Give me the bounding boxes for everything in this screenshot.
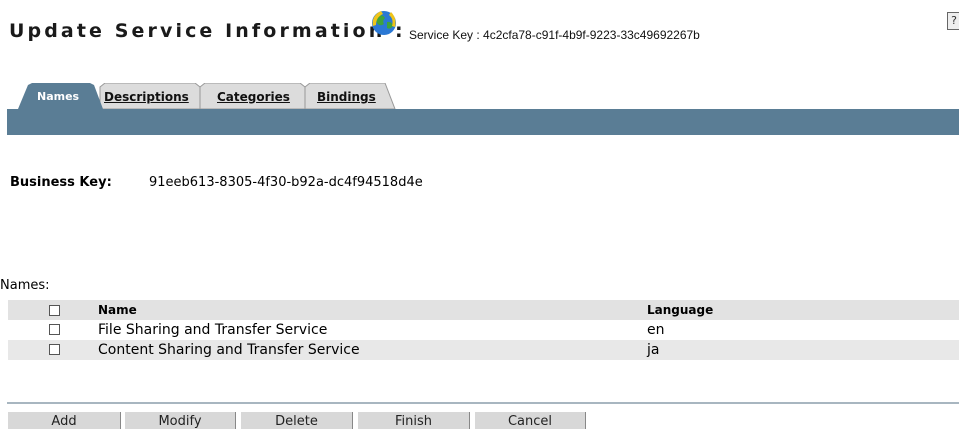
cancel-button[interactable]: Cancel [475,412,586,429]
tab-bindings[interactable]: Bindings [317,83,376,109]
finish-button[interactable]: Finish [358,412,470,429]
row-language: ja [647,342,660,358]
divider [7,402,959,404]
row-checkbox[interactable] [49,344,60,355]
table-row: Content Sharing and Transfer Service ja [8,340,959,360]
tab-bar: Names Descriptions Categories Bindings [0,83,959,109]
delete-button[interactable]: Delete [241,412,353,429]
row-checkbox[interactable] [49,324,60,335]
modify-button[interactable]: Modify [125,412,236,429]
column-header-name: Name [98,303,137,317]
business-key-row: Business Key: 91eeb613-8305-4f30-b92a-dc… [10,175,423,190]
table-row: File Sharing and Transfer Service en [8,320,959,340]
select-all-checkbox[interactable] [49,305,60,316]
add-button[interactable]: Add [8,412,121,429]
business-key-value: 91eeb613-8305-4f30-b92a-dc4f94518d4e [149,175,423,190]
service-key-label: Service Key : 4c2cfa78-c91f-4b9f-9223-33… [409,28,700,42]
row-language: en [647,322,665,338]
tab-band [7,109,959,135]
names-table: Name Language File Sharing and Transfer … [8,300,959,360]
tab-names[interactable]: Names [37,83,79,109]
names-label: Names: [0,278,50,293]
tab-categories[interactable]: Categories [217,83,290,109]
globe-icon [372,11,396,35]
help-icon[interactable]: ? [947,12,959,30]
column-header-language: Language [647,303,714,317]
table-header-row: Name Language [8,300,959,320]
business-key-label: Business Key: [10,175,112,190]
row-name: Content Sharing and Transfer Service [98,342,360,358]
page-title: Update Service Information : [9,20,406,42]
page-header: Update Service Information : Service Key… [9,8,959,42]
tab-descriptions[interactable]: Descriptions [104,83,189,109]
row-name: File Sharing and Transfer Service [98,322,328,338]
